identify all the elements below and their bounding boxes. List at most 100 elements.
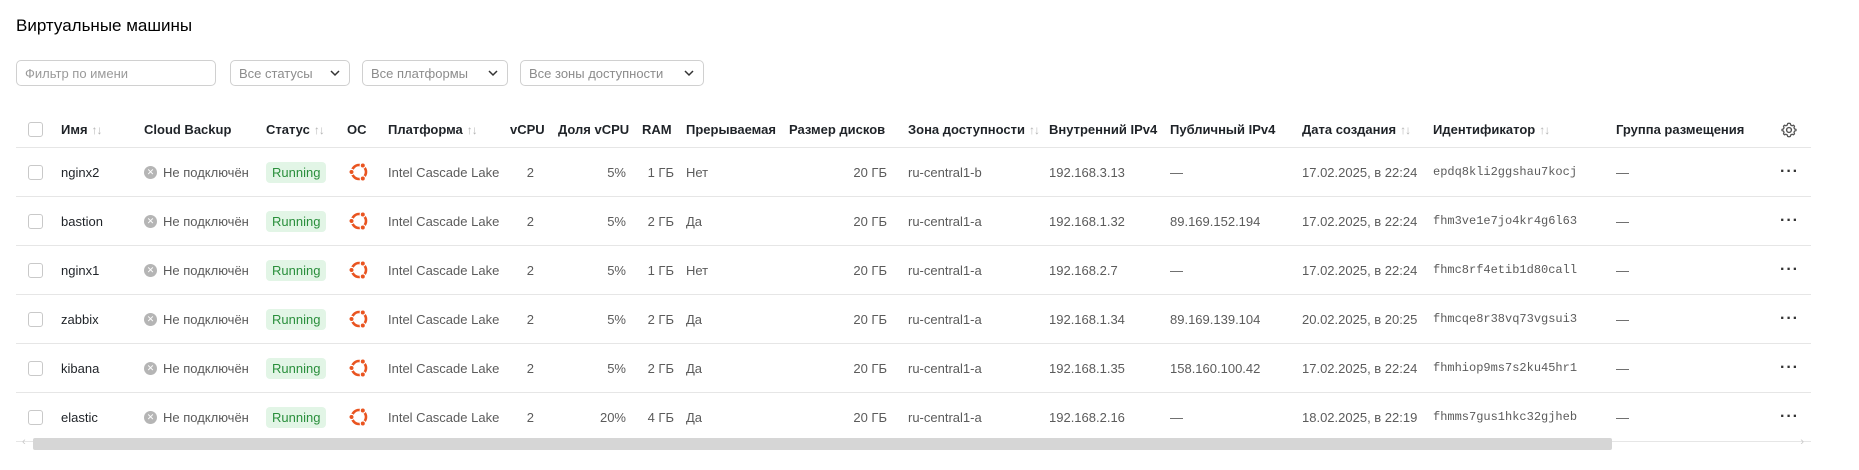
col-zone-label: Зона доступности [908, 122, 1026, 137]
ipv4-public: — [1170, 409, 1183, 425]
vm-name[interactable]: elastic [61, 393, 98, 441]
col-vcpu: vCPU [510, 112, 545, 147]
disk-size: 20 ГБ [853, 360, 887, 376]
ubuntu-icon [348, 211, 368, 231]
row-actions-cell: ··· [1780, 393, 1799, 441]
backup-cell: ✕ Не подключён [144, 246, 249, 294]
col-id[interactable]: Идентификатор ↑↓ [1433, 112, 1550, 147]
vcpu-share: 5% [607, 164, 626, 180]
status-cell: Running [266, 295, 327, 343]
col-platform[interactable]: Платформа ↑↓ [388, 112, 478, 147]
vcpu: 2 [526, 213, 534, 229]
col-os: ОС [347, 112, 367, 147]
vcpu: 2 [526, 360, 534, 376]
close-circle-icon: ✕ [144, 165, 157, 179]
vm-name[interactable]: nginx2 [61, 148, 99, 196]
vcpu: 2 [526, 311, 534, 327]
status-badge: Running [266, 308, 327, 330]
more-actions-icon[interactable]: ··· [1780, 408, 1799, 426]
os-cell [347, 295, 371, 343]
scrollbar-thumb[interactable] [33, 438, 1612, 450]
row-checkbox[interactable] [28, 164, 43, 180]
vcpu-share: 5% [607, 311, 626, 327]
created-date: 18.02.2025, в 22:19 [1302, 409, 1418, 425]
row-checkbox[interactable] [28, 409, 43, 425]
col-status[interactable]: Статус ↑↓ [266, 112, 325, 147]
platform-select[interactable]: Все платформы [362, 60, 508, 86]
col-created[interactable]: Дата создания ↑↓ [1302, 112, 1411, 147]
ram: 2 ГБ [647, 311, 674, 327]
vm-name[interactable]: bastion [61, 197, 103, 245]
table-header: Имя ↑↓ Cloud Backup Статус ↑↓ ОС Платформа… [16, 112, 1811, 148]
more-actions-icon[interactable]: ··· [1780, 212, 1799, 230]
vm-id: fhmcqe8r38vq73vgsui3 [1433, 312, 1578, 326]
col-status-label: Статус [266, 122, 310, 137]
col-created-label: Дата создания [1302, 122, 1397, 137]
row-checkbox[interactable] [28, 360, 43, 376]
row-checkbox[interactable] [28, 213, 43, 229]
row-select-cell [28, 197, 43, 245]
ubuntu-icon [348, 309, 368, 329]
row-select-cell [28, 344, 43, 392]
chevron-down-icon [488, 70, 498, 77]
table-row[interactable]: zabbix ✕ Не подключён Running Intel Casca… [16, 295, 1811, 344]
more-actions-icon[interactable]: ··· [1780, 359, 1799, 377]
placement-group: — [1616, 311, 1629, 327]
zone-select[interactable]: Все зоны доступности [520, 60, 704, 86]
ipv4-internal: 192.168.3.13 [1049, 164, 1125, 180]
ram: 1 ГБ [647, 262, 674, 278]
ipv4-internal: 192.168.1.32 [1049, 213, 1125, 229]
row-checkbox[interactable] [28, 262, 43, 278]
more-actions-icon[interactable]: ··· [1780, 310, 1799, 328]
col-backup: Cloud Backup [144, 112, 231, 147]
col-name[interactable]: Имя ↑↓ [61, 112, 103, 147]
horizontal-scrollbar[interactable]: ‹ › [22, 436, 1804, 450]
status-cell: Running [266, 197, 327, 245]
zone: ru-central1-b [908, 164, 982, 180]
name-filter-input[interactable] [16, 60, 216, 86]
platform: Intel Cascade Lake [388, 409, 500, 425]
platform: Intel Cascade Lake [388, 311, 500, 327]
table-row[interactable]: nginx1 ✕ Не подключён Running Intel Casca… [16, 246, 1811, 295]
scroll-right-icon[interactable]: › [1800, 436, 1804, 448]
table-row[interactable]: elastic ✕ Не подключён Running Intel Casc… [16, 393, 1811, 442]
sort-icon: ↑↓ [1400, 122, 1411, 137]
backup-cell: ✕ Не подключён [144, 344, 249, 392]
row-select-cell [28, 295, 43, 343]
status-select[interactable]: Все статусы [230, 60, 350, 86]
col-platform-label: Платформа [388, 122, 463, 137]
status-badge: Running [266, 259, 327, 281]
ipv4-public: 89.169.139.104 [1170, 311, 1261, 327]
col-preemptible: Прерываемая [686, 112, 776, 147]
vm-name[interactable]: zabbix [61, 295, 99, 343]
backup-cell: ✕ Не подключён [144, 393, 249, 441]
gear-icon[interactable] [1781, 122, 1797, 138]
row-checkbox[interactable] [28, 311, 43, 327]
col-vcpu-share-label: Доля vCPU [558, 122, 630, 137]
status-cell: Running [266, 148, 327, 196]
placement-group: — [1616, 360, 1629, 376]
zone: ru-central1-a [908, 311, 982, 327]
select-all-checkbox[interactable] [28, 122, 43, 137]
zone: ru-central1-a [908, 213, 982, 229]
created-date: 20.02.2025, в 20:25 [1302, 311, 1418, 327]
row-actions-cell: ··· [1780, 148, 1799, 196]
ubuntu-icon [348, 407, 368, 427]
more-actions-icon[interactable]: ··· [1780, 261, 1799, 279]
close-circle-icon: ✕ [144, 263, 157, 277]
backup-cell: ✕ Не подключён [144, 197, 249, 245]
vm-name[interactable]: nginx1 [61, 246, 99, 294]
scroll-left-icon[interactable]: ‹ [22, 436, 26, 448]
vcpu: 2 [526, 262, 534, 278]
platform-select-value: Все платформы [371, 65, 468, 81]
col-name-label: Имя [61, 122, 88, 137]
table-row[interactable]: nginx2 ✕ Не подключён Running Intel Casca… [16, 148, 1811, 197]
ram: 4 ГБ [647, 409, 674, 425]
table-row[interactable]: bastion ✕ Не подключён Running Intel Casc… [16, 197, 1811, 246]
more-actions-icon[interactable]: ··· [1780, 163, 1799, 181]
table-row[interactable]: kibana ✕ Не подключён Running Intel Casca… [16, 344, 1811, 393]
os-cell [347, 148, 371, 196]
row-select-cell [28, 246, 43, 294]
vm-name[interactable]: kibana [61, 344, 99, 392]
col-zone[interactable]: Зона доступности ↑↓ [908, 112, 1040, 147]
